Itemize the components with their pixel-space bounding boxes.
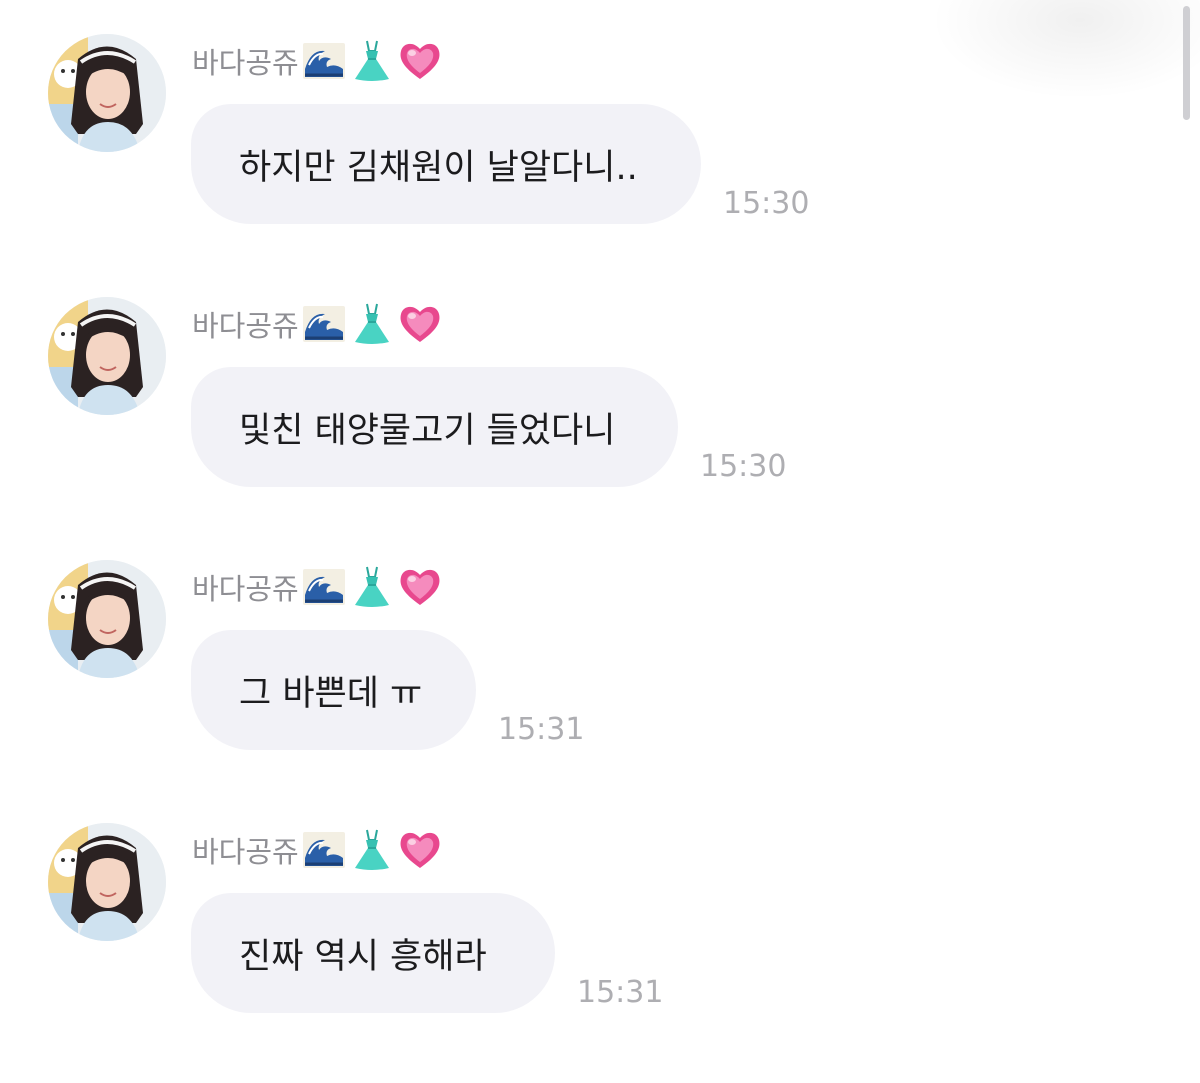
message-timestamp: 15:31 — [498, 712, 585, 747]
avatar[interactable] — [48, 34, 166, 152]
sender-header: 바다공쥬 — [192, 564, 443, 610]
avatar[interactable] — [48, 297, 166, 415]
dress-icon — [349, 39, 395, 83]
profile-photo — [48, 823, 166, 941]
wave-icon — [301, 302, 347, 346]
heart-icon — [397, 39, 443, 83]
message-timestamp: 15:30 — [723, 186, 810, 221]
wave-icon — [301, 828, 347, 872]
sender-name: 바다공쥬 — [192, 835, 299, 869]
dress-icon — [349, 565, 395, 609]
heart-icon — [397, 828, 443, 872]
message-timestamp: 15:31 — [577, 975, 664, 1010]
wave-icon — [301, 39, 347, 83]
dress-icon — [349, 828, 395, 872]
message-bubble[interactable]: 그 바쁜데 ㅠ — [191, 630, 476, 750]
message-text: 진짜 역시 흥해라 — [239, 936, 487, 977]
avatar[interactable] — [48, 560, 166, 678]
profile-photo — [48, 34, 166, 152]
message-text: 하지만 김채원이 날알다니.. — [239, 147, 638, 188]
message-bubble[interactable]: 하지만 김채원이 날알다니.. — [191, 104, 701, 224]
heart-icon — [397, 302, 443, 346]
avatar[interactable] — [48, 823, 166, 941]
message-bubble[interactable]: 진짜 역시 흥해라 — [191, 893, 555, 1013]
dress-icon — [349, 302, 395, 346]
sender-header: 바다공쥬 — [192, 38, 443, 84]
sender-name: 바다공쥬 — [192, 572, 299, 606]
sender-name: 바다공쥬 — [192, 309, 299, 343]
chat-message-4: 바다공쥬 진짜 역시 흥해라 15:31 — [0, 789, 1200, 1019]
message-text: 및친 태양물고기 들었다니 — [239, 410, 616, 451]
message-text: 그 바쁜데 ㅠ — [239, 673, 423, 714]
chat-message-3: 바다공쥬 그 바쁜데 ㅠ 15:31 — [0, 526, 1200, 756]
chat-message-1: 바다공쥬 하지만 김채원이 날알다니.. 15:30 — [0, 0, 1200, 230]
profile-photo — [48, 297, 166, 415]
chat-message-2: 바다공쥬 및친 태양물고기 들었다니 15:30 — [0, 263, 1200, 493]
sender-header: 바다공쥬 — [192, 301, 443, 347]
profile-photo — [48, 560, 166, 678]
sender-header: 바다공쥬 — [192, 827, 443, 873]
message-timestamp: 15:30 — [700, 449, 787, 484]
sender-name: 바다공쥬 — [192, 46, 299, 80]
wave-icon — [301, 565, 347, 609]
message-bubble[interactable]: 및친 태양물고기 들었다니 — [191, 367, 678, 487]
heart-icon — [397, 565, 443, 609]
